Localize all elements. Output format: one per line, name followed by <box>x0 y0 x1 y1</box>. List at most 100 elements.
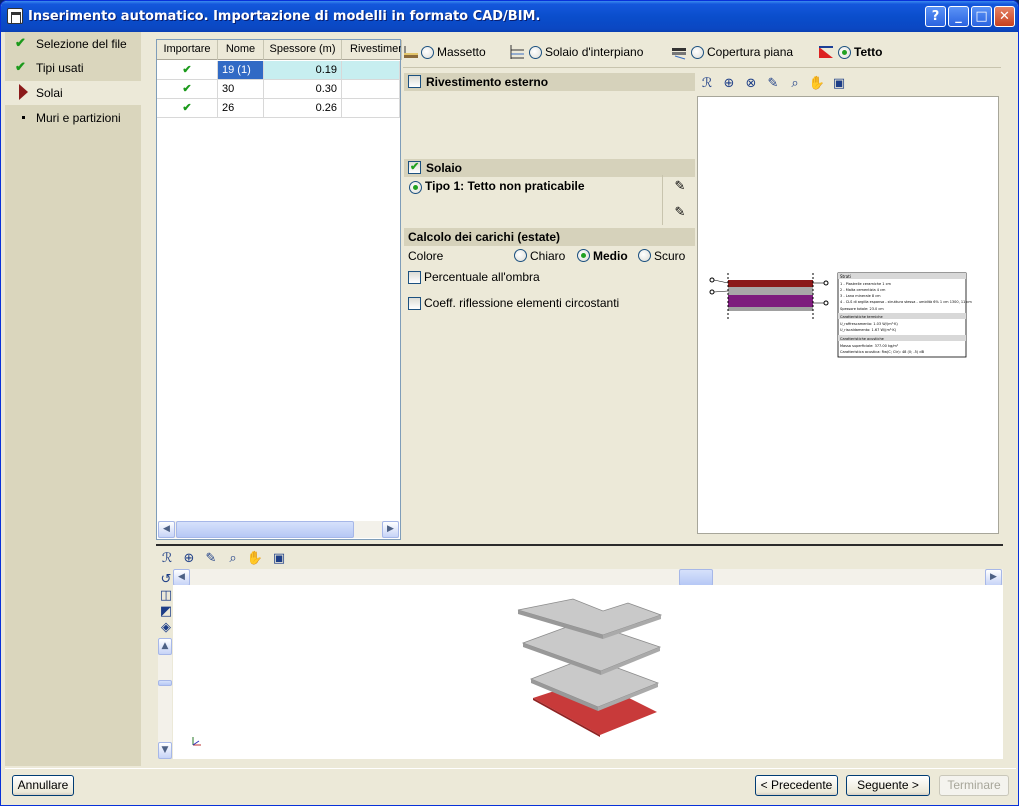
radio-copertura-piana[interactable] <box>691 46 704 59</box>
window-title: Inserimento automatico. Importazione di … <box>28 9 541 24</box>
type-label: Solaio d'interpiano <box>545 45 644 59</box>
redraw-icon[interactable]: ℛ <box>158 550 176 568</box>
step-label: Selezione del file <box>36 37 127 51</box>
export-icon[interactable]: ▣ <box>270 550 288 568</box>
section-title: Calcolo dei carichi (estate) <box>408 230 561 244</box>
flat-roof-icon <box>672 48 686 60</box>
radio-color-scuro[interactable] <box>638 249 651 262</box>
current-step-arrow-icon <box>19 84 28 100</box>
slab-settings-panel: Rivestimento esterno Solaio Tipo 1: Tett… <box>404 71 695 531</box>
view3d-canvas[interactable] <box>173 585 1003 759</box>
step-muri-partizioni[interactable]: Muri e partizioni <box>5 106 141 130</box>
type-label: Copertura piana <box>707 45 794 59</box>
section-preview: Strati 1 - Piastrelle ceramiche 1 cm 2 -… <box>697 96 999 534</box>
scroll-up-icon[interactable]: ▲ <box>158 638 172 655</box>
view3d-horizontal-scrollbar[interactable]: ◀ ▶ <box>173 569 1003 586</box>
name-cell[interactable]: 30 <box>218 80 264 99</box>
zoom-window-icon[interactable]: ⊗ <box>742 75 760 93</box>
edit-slab-details-icon[interactable]: ✎ <box>670 203 690 223</box>
pencil-icon[interactable]: ✎ <box>202 550 220 568</box>
thickness-cell[interactable]: 0.30 <box>264 80 342 99</box>
minimize-button[interactable]: _ <box>948 6 969 27</box>
table-row[interactable]: ✔ 26 0.26 <box>157 99 400 118</box>
col-header-importare[interactable]: Importare <box>157 40 218 60</box>
intermediate-floor-icon <box>510 45 524 59</box>
step-tipi-usati[interactable]: ✔ Tipi usati <box>5 56 141 80</box>
table-horizontal-scrollbar[interactable]: ◀ ▶ <box>158 521 399 538</box>
pitched-roof-icon <box>819 46 833 58</box>
edit-slab-icon[interactable]: ✎ <box>670 177 690 197</box>
checkbox-percentuale-ombra[interactable] <box>408 271 421 284</box>
zoom-icon[interactable]: ⌕ <box>786 75 804 93</box>
next-button[interactable]: Seguente > <box>846 775 930 796</box>
name-cell[interactable]: 19 (1) <box>218 61 264 80</box>
zoom-all-icon[interactable]: ⊕ <box>180 550 198 568</box>
slab-table[interactable]: Importare Nome Spessore (m) Rivestimento… <box>156 39 402 540</box>
radio-tetto[interactable] <box>838 46 851 59</box>
section-solaio: Solaio <box>404 159 695 177</box>
thickness-cell[interactable]: 0.26 <box>264 99 342 118</box>
color-option-label: Medio <box>593 249 628 263</box>
cladding-cell[interactable] <box>342 80 400 99</box>
table-header: Importare Nome Spessore (m) Rivestimento <box>157 40 402 60</box>
step-label: Tipi usati <box>36 61 84 75</box>
preview-toolbar: ℛ ⊕ ⊗ ✎ ⌕ ✋ ▣ <box>698 75 858 95</box>
view3d-vertical-scrollbar[interactable]: ▲ ▼ <box>158 638 172 759</box>
table-row[interactable]: ✔ 19 (1) 0.19 <box>157 61 400 80</box>
help-button[interactable]: ? <box>925 6 946 27</box>
pan-hand-icon[interactable]: ✋ <box>808 75 826 93</box>
radio-color-medio[interactable] <box>577 249 590 262</box>
maximize-button[interactable]: □ <box>971 6 992 27</box>
col-header-rivestimento[interactable]: Rivestimento <box>342 40 402 60</box>
import-check-icon[interactable]: ✔ <box>157 99 218 118</box>
scroll-left-icon[interactable]: ◀ <box>173 569 190 586</box>
color-label: Colore <box>408 249 444 263</box>
scroll-thumb[interactable] <box>158 680 172 686</box>
radio-color-chiaro[interactable] <box>514 249 527 262</box>
col-header-nome[interactable]: Nome <box>218 40 264 60</box>
scroll-thumb[interactable] <box>679 569 713 586</box>
thickness-cell[interactable]: 0.19 <box>264 61 342 80</box>
checkbox-solaio[interactable] <box>408 160 421 174</box>
step-selezione-file[interactable]: ✔ Selezione del file <box>5 32 141 56</box>
scroll-thumb[interactable] <box>176 521 354 538</box>
zoom-icon[interactable]: ⌕ <box>224 550 242 568</box>
redraw-icon[interactable]: ℛ <box>698 75 716 93</box>
slab-stack-3d <box>192 598 663 746</box>
radio-solaio-interpiano[interactable] <box>529 46 542 59</box>
legend-section: Caratteristiche termiche <box>840 315 883 319</box>
type-label: Massetto <box>437 45 486 59</box>
scroll-right-icon[interactable]: ▶ <box>382 521 399 538</box>
step-solai[interactable]: Solai <box>5 81 141 105</box>
cladding-cell[interactable] <box>342 61 400 80</box>
table-row[interactable]: ✔ 30 0.30 <box>157 80 400 99</box>
checkbox-coeff-riflessione[interactable] <box>408 297 421 310</box>
legend-line: U_riscaldamento: 1.67 W/(m²·K) <box>840 328 897 332</box>
finish-button[interactable]: Terminare <box>939 775 1009 796</box>
check-icon: ✔ <box>15 35 26 50</box>
scroll-left-icon[interactable]: ◀ <box>158 521 175 538</box>
legend-layer: 2 - Malta cementizia 4 cm <box>840 288 886 292</box>
pan-hand-icon[interactable]: ✋ <box>246 550 264 568</box>
splitter[interactable] <box>156 544 1003 546</box>
color-option-label: Scuro <box>654 249 686 263</box>
radio-slab-type-1[interactable] <box>409 181 422 194</box>
previous-button[interactable]: < Precedente <box>755 775 838 796</box>
scroll-right-icon[interactable]: ▶ <box>985 569 1002 586</box>
export-icon[interactable]: ▣ <box>830 75 848 93</box>
import-check-icon[interactable]: ✔ <box>157 61 218 80</box>
name-cell[interactable]: 26 <box>218 99 264 118</box>
step-label: Solai <box>36 86 63 100</box>
col-header-spessore[interactable]: Spessore (m) <box>264 40 342 60</box>
checkbox-rivestimento-esterno[interactable] <box>408 75 421 88</box>
pencil-icon[interactable]: ✎ <box>764 75 782 93</box>
slab-type-label: Tipo 1: Tetto non praticabile <box>425 179 585 193</box>
cancel-button[interactable]: Annullare <box>12 775 74 796</box>
close-button[interactable]: ✕ <box>994 6 1015 27</box>
legend-layer: 4 - CLS di argilla espansa - struttura s… <box>840 300 972 304</box>
import-check-icon[interactable]: ✔ <box>157 80 218 99</box>
cladding-cell[interactable] <box>342 99 400 118</box>
zoom-all-icon[interactable]: ⊕ <box>720 75 738 93</box>
scroll-down-icon[interactable]: ▼ <box>158 742 172 759</box>
radio-massetto[interactable] <box>421 46 434 59</box>
